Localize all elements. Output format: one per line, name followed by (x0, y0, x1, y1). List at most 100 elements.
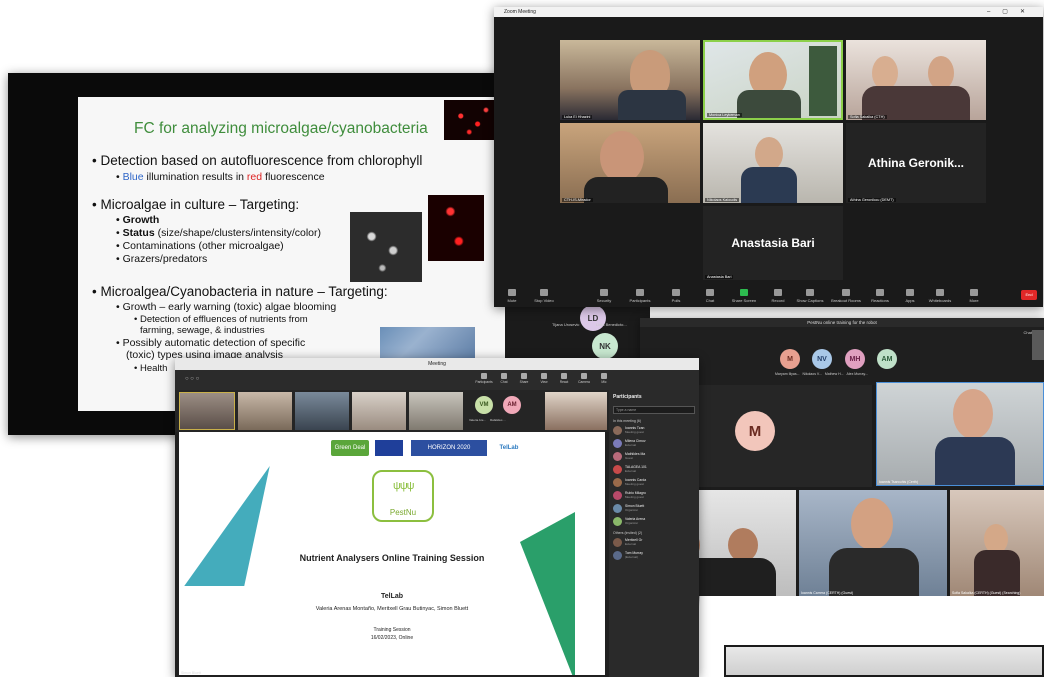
window-controls[interactable]: –▢✕ (987, 7, 1037, 17)
captions-button[interactable]: Show Captions (792, 289, 828, 303)
avatar[interactable]: AM (503, 396, 521, 414)
video-tile-camera-off[interactable]: Anastasia Bari Anastasia Bari (703, 206, 843, 280)
participant-row[interactable]: Tom Murray (External) (609, 549, 699, 562)
presentation-date: 16/02/2023, Online (370, 635, 414, 641)
bullet-2: • Microalgae in culture – Targeting: (92, 197, 300, 212)
avatar[interactable]: AM (877, 349, 897, 369)
participant-name: Tijana Urosevic (552, 322, 580, 327)
bullet-3-sub-2: • Possibly automatic detection of specif… (116, 337, 306, 349)
participants-pane: Participants Type a name In this meeting… (609, 390, 699, 677)
bullet-3-sub-1a: • Detection of effluences of nutrients f… (134, 314, 308, 325)
record-button[interactable]: Record (760, 289, 796, 303)
presentation-session: Training Session (373, 627, 411, 633)
presentation-org: TelLab (380, 593, 404, 600)
participant-row[interactable]: Ioannis Tzan Meeting guest (609, 424, 699, 437)
view-button[interactable]: View (535, 373, 553, 384)
decorative-shape (184, 466, 270, 586)
more-button[interactable]: More (956, 289, 992, 303)
chat-button[interactable]: Chat (495, 373, 513, 384)
participants-button[interactable]: Participants (475, 373, 493, 384)
wheat-icon: ψψψ (393, 480, 415, 492)
section-others[interactable]: Others (invited) (2) (609, 528, 699, 536)
breakout-rooms-button[interactable]: Breakout Rooms (828, 289, 864, 303)
apps-icon (906, 289, 914, 296)
participant-row[interactable]: Meritxell Gr External (609, 536, 699, 549)
video-tile[interactable] (238, 392, 292, 430)
mic-button[interactable]: Mic (595, 373, 613, 384)
zoom-toolbar: Mute Stop Video Security Participants Po… (494, 281, 1043, 307)
polls-button[interactable]: Polls (658, 289, 694, 303)
participant-row[interactable]: Rubio Milagro Meeting guest (609, 489, 699, 502)
video-tile[interactable]: CTH-IS-Mirador (560, 123, 700, 203)
participant-avatar[interactable]: NK (592, 333, 618, 359)
video-tile[interactable]: Sofia Sakalka (CTH) (846, 40, 986, 120)
video-tile-active-speaker[interactable]: Monica Leykeman (703, 40, 843, 120)
participant-row[interactable]: Simon Bluett Organizer (609, 502, 699, 515)
participant-avatar[interactable]: LD (580, 305, 606, 331)
cc-icon (806, 289, 814, 296)
video-strip: VM AM Valeria Are... Rafalides ... (175, 390, 609, 432)
microscopy-red-image (428, 195, 484, 261)
video-tile-camera-off[interactable]: Athina Geronik... Athina Geronikou (DEMT… (846, 123, 986, 203)
avatar[interactable]: NV (812, 349, 832, 369)
end-meeting-button[interactable]: End (1021, 290, 1037, 300)
video-tile-speaking[interactable]: Ioannis Tsarouhis (Certh) (876, 382, 1044, 486)
bullet-2-item-4: • Grazers/predators (116, 253, 208, 265)
participant-search-input[interactable]: Type a name (613, 406, 695, 414)
smiley-icon (561, 373, 567, 379)
more-icon (970, 289, 978, 296)
zoom-meeting-window: Zoom Meeting –▢✕ Luka El Hhazini Monica … (494, 7, 1043, 307)
mute-button[interactable]: Mute (494, 289, 530, 303)
chat-tab[interactable]: Chat (1024, 330, 1032, 335)
people-icon (636, 289, 644, 296)
photo-content (726, 647, 1042, 675)
pane-title: Participants (613, 394, 642, 400)
participant-row[interactable]: Mathildes Ma Guest (609, 450, 699, 463)
stop-video-button[interactable]: Stop Video (526, 289, 562, 303)
participant-row[interactable]: Ioannis Carda Meeting guest (609, 476, 699, 489)
horizon-logo: HORIZON 2020 (411, 440, 487, 456)
avatar-names: Valeria Are... Rafalides ... (469, 418, 506, 422)
avatar[interactable]: MH (845, 349, 865, 369)
bullet-2-item-2: • Status (size/shape/clusters/intensity/… (116, 227, 322, 239)
microphone-icon (508, 289, 516, 296)
section-in-meeting[interactable]: In this meeting (6) (609, 416, 699, 424)
video-tile[interactable] (409, 392, 463, 430)
record-icon (774, 289, 782, 296)
share-screen-icon (740, 289, 748, 296)
video-tile[interactable]: Ioannis Carrera (CERTH) (Guest) (799, 490, 947, 596)
video-tile[interactable] (545, 392, 607, 430)
view-icon (541, 373, 547, 379)
video-tile[interactable]: Luka El Hhazini (560, 40, 700, 120)
bullet-1: • Detection based on autofluorescence fr… (92, 153, 423, 168)
chat-icon (501, 373, 507, 379)
avatar[interactable]: VM (475, 396, 493, 414)
whiteboards-button[interactable]: Whiteboards (922, 289, 958, 303)
pestnu-logo: ψψψ PestNu (372, 470, 434, 522)
green-deal-logo: Green Deal (331, 440, 369, 456)
security-button[interactable]: Security (586, 289, 622, 303)
video-tile[interactable] (295, 392, 349, 430)
video-tile[interactable]: Sofia Sakalka (CERTH) (Guest) (Searching… (950, 490, 1044, 596)
participant-row[interactable]: Valeria Arena Organizer (609, 515, 699, 528)
bullet-2-item-3: • Contaminations (other microalgae) (116, 240, 284, 252)
chat-button[interactable]: Chat (692, 289, 728, 303)
avatar[interactable]: M (780, 349, 800, 369)
participant-row[interactable]: TALAGEA 101 External (609, 463, 699, 476)
video-tile[interactable]: Nikolaos Kaloudis (703, 123, 843, 203)
bullet-3-sub-1: • Growth – early warning (toxic) algae b… (116, 301, 337, 313)
react-button[interactable]: React (555, 373, 573, 384)
video-tile[interactable] (352, 392, 406, 430)
satellite-map-image (380, 327, 475, 359)
smiley-icon (876, 289, 884, 296)
participant-row[interactable]: Milena Cimov External (609, 437, 699, 450)
camera-icon (540, 289, 548, 296)
slide-title: FC for analyzing microalgae/cyanobacteri… (134, 120, 428, 137)
participants-button[interactable]: Participants (622, 289, 658, 303)
share-button[interactable]: Share (515, 373, 533, 384)
presentation-heading: Nutrient Analysers Online Training Sessi… (299, 553, 485, 563)
camera-button[interactable]: Camera (575, 373, 593, 384)
video-tile[interactable] (179, 392, 235, 430)
share-screen-button[interactable]: Share Screen (726, 289, 762, 303)
teams-toolbar: Participants Chat Share View React Camer… (175, 370, 699, 390)
